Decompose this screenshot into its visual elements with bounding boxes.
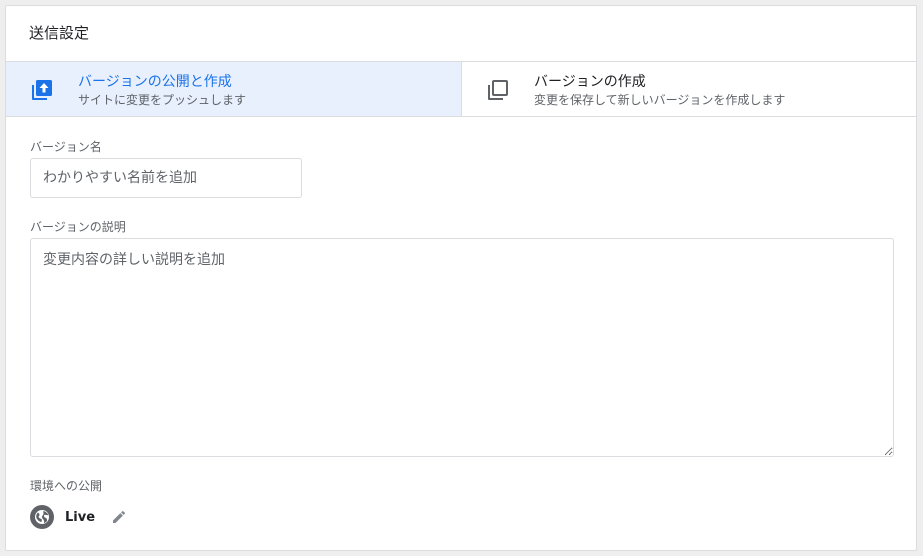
version-name-input[interactable] (30, 158, 302, 198)
submission-type-selector: バージョンの公開と作成 サイトに変更をプッシュします バージョンの作成 変更を保… (6, 61, 916, 117)
version-description-label: バージョンの説明 (30, 220, 126, 234)
option-subtitle: 変更を保存して新しいバージョンを作成します (534, 93, 786, 107)
version-name-label: バージョン名 (30, 140, 102, 154)
copy-version-icon (488, 80, 508, 100)
submit-settings-card: 送信設定 バージョンの公開と作成 サイトに変更をプッシュします バージョンの作成… (5, 5, 917, 551)
environment-label: 環境への公開 (30, 479, 103, 493)
globe-icon (30, 505, 54, 529)
pencil-icon[interactable] (111, 509, 127, 525)
option-title: バージョンの公開と作成 (78, 74, 232, 90)
option-create-version[interactable]: バージョンの作成 変更を保存して新しいバージョンを作成します (462, 62, 916, 116)
environment-name: Live (65, 509, 96, 525)
page-title: 送信設定 (29, 24, 90, 42)
version-description-textarea[interactable] (30, 238, 894, 457)
environment-row: Live (30, 505, 127, 529)
publish-upload-icon (32, 80, 52, 100)
option-subtitle: サイトに変更をプッシュします (78, 93, 247, 107)
option-title: バージョンの作成 (534, 74, 646, 90)
option-publish-and-create[interactable]: バージョンの公開と作成 サイトに変更をプッシュします (6, 62, 462, 116)
